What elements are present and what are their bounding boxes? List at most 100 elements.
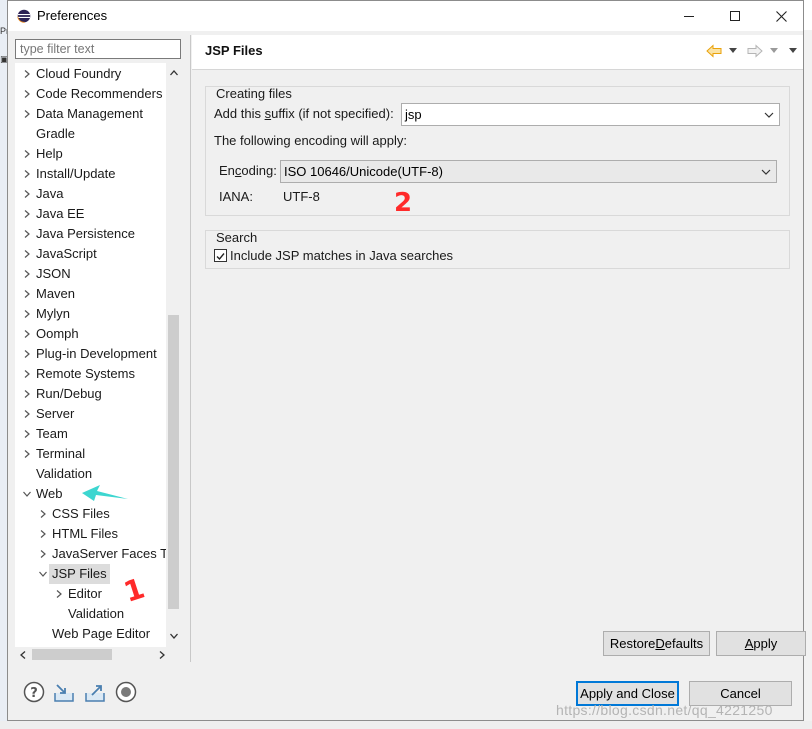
close-icon — [775, 10, 787, 22]
tree-item[interactable]: HTML Files — [15, 524, 181, 544]
scrollbar-thumb[interactable] — [168, 315, 179, 609]
chevron-right-icon[interactable] — [22, 209, 32, 219]
record-icon[interactable] — [115, 681, 137, 703]
back-arrow-icon — [706, 44, 722, 58]
encoding-combo[interactable]: ISO 10646/Unicode(UTF-8) — [280, 160, 777, 183]
tree-item[interactable]: Java EE — [15, 204, 181, 224]
suffix-value: jsp — [405, 107, 422, 122]
scrollbar-thumb[interactable] — [32, 649, 112, 660]
chevron-right-icon[interactable] — [38, 529, 48, 539]
chevron-right-icon[interactable] — [38, 549, 48, 559]
chevron-right-icon[interactable] — [22, 229, 32, 239]
import-icon[interactable] — [53, 681, 75, 703]
tree-item-label: Terminal — [36, 446, 86, 461]
tree-item[interactable]: JavaServer Faces Tools — [15, 544, 181, 564]
arrow-icon — [82, 485, 128, 501]
suffix-combo[interactable]: jsp — [401, 103, 780, 126]
checkmark-icon — [216, 253, 225, 261]
tree-item[interactable]: Team — [15, 424, 181, 444]
chevron-right-icon[interactable] — [54, 589, 64, 599]
scroll-down-icon[interactable] — [169, 631, 179, 641]
tree-item[interactable]: Code Recommenders — [15, 84, 181, 104]
pane-splitter[interactable] — [190, 35, 191, 662]
chevron-right-icon[interactable] — [22, 249, 32, 259]
tree-item[interactable]: Server — [15, 404, 181, 424]
iana-value: UTF-8 — [283, 189, 320, 204]
tree-item-label: Data Management — [36, 106, 143, 121]
restore-defaults-button[interactable]: Restore Defaults — [603, 631, 710, 656]
tree-item-label: Remote Systems — [36, 366, 135, 381]
tree-item[interactable]: CSS Files — [15, 504, 181, 524]
chevron-right-icon[interactable] — [22, 309, 32, 319]
tree-item[interactable]: JSON — [15, 264, 181, 284]
tree-item[interactable]: Editor — [15, 584, 181, 604]
tree-item[interactable]: Oomph — [15, 324, 181, 344]
back-button[interactable] — [706, 43, 722, 59]
tree-item[interactable]: JSP Files — [15, 564, 181, 584]
tree-item[interactable]: Data Management — [15, 104, 181, 124]
chevron-down-icon[interactable] — [22, 489, 32, 499]
export-icon[interactable] — [84, 681, 106, 703]
maximize-button[interactable] — [712, 1, 758, 31]
tree-item[interactable]: Java — [15, 184, 181, 204]
scroll-left-icon[interactable] — [18, 650, 28, 660]
forward-history-dropdown[interactable] — [770, 43, 778, 59]
chevron-right-icon[interactable] — [22, 109, 32, 119]
scroll-right-icon[interactable] — [157, 650, 167, 660]
chevron-right-icon[interactable] — [22, 149, 32, 159]
tree-item[interactable]: Remote Systems — [15, 364, 181, 384]
chevron-right-icon[interactable] — [22, 169, 32, 179]
apply-button[interactable]: Apply — [716, 631, 806, 656]
chevron-right-icon[interactable] — [38, 509, 48, 519]
tree-item-label: Web Page Editor — [52, 626, 151, 641]
chevron-right-icon[interactable] — [22, 69, 32, 79]
tree-item[interactable]: Mylyn — [15, 304, 181, 324]
tree-item-label: Team — [36, 426, 68, 441]
include-jsp-checkbox[interactable] — [214, 249, 227, 262]
encoding-value: ISO 10646/Unicode(UTF-8) — [284, 164, 443, 179]
tree-item[interactable]: Help — [15, 144, 181, 164]
tree-item[interactable]: Web Page Editor — [15, 624, 181, 644]
help-icon[interactable]: ? — [23, 681, 45, 703]
close-button[interactable] — [758, 1, 804, 31]
csdn-watermark: https://blog.csdn.net/qq_4221250 — [556, 702, 773, 718]
back-history-dropdown[interactable] — [729, 43, 737, 59]
tree-vertical-scrollbar[interactable] — [166, 63, 181, 647]
iana-label: IANA: — [219, 189, 253, 204]
tree-item[interactable]: Maven — [15, 284, 181, 304]
view-menu-button[interactable] — [789, 43, 797, 59]
chevron-down-icon[interactable] — [38, 569, 48, 579]
chevron-right-icon[interactable] — [22, 349, 32, 359]
forward-button[interactable] — [747, 43, 763, 59]
tree-item[interactable]: Gradle — [15, 124, 181, 144]
tree-item[interactable]: Run/Debug — [15, 384, 181, 404]
chevron-right-icon[interactable] — [22, 389, 32, 399]
minimize-button[interactable] — [666, 1, 712, 31]
chevron-right-icon[interactable] — [22, 429, 32, 439]
chevron-down-icon — [764, 112, 774, 118]
dropdown-triangle-icon — [729, 48, 737, 53]
tree-item-label: JavaServer Faces Tools — [52, 546, 181, 561]
include-jsp-label[interactable]: Include JSP matches in Java searches — [230, 248, 453, 263]
cyan-arrow-annotation — [82, 485, 128, 501]
chevron-right-icon[interactable] — [22, 409, 32, 419]
tree-horizontal-scrollbar[interactable] — [15, 647, 181, 662]
chevron-right-icon[interactable] — [22, 329, 32, 339]
forward-arrow-icon — [747, 44, 763, 58]
chevron-right-icon[interactable] — [22, 269, 32, 279]
chevron-right-icon[interactable] — [22, 189, 32, 199]
tree-item[interactable]: Validation — [15, 604, 181, 624]
tree-item[interactable]: Cloud Foundry — [15, 64, 181, 84]
tree-item[interactable]: Plug-in Development — [15, 344, 181, 364]
filter-input[interactable] — [15, 39, 181, 59]
chevron-right-icon[interactable] — [22, 449, 32, 459]
tree-item[interactable]: Java Persistence — [15, 224, 181, 244]
chevron-right-icon[interactable] — [22, 89, 32, 99]
tree-item[interactable]: JavaScript — [15, 244, 181, 264]
chevron-right-icon[interactable] — [22, 289, 32, 299]
tree-item[interactable]: Install/Update — [15, 164, 181, 184]
annotation-mark-2: 2 — [394, 189, 412, 215]
tree-item[interactable]: Terminal — [15, 444, 181, 464]
scroll-up-icon[interactable] — [169, 68, 179, 78]
chevron-right-icon[interactable] — [22, 369, 32, 379]
